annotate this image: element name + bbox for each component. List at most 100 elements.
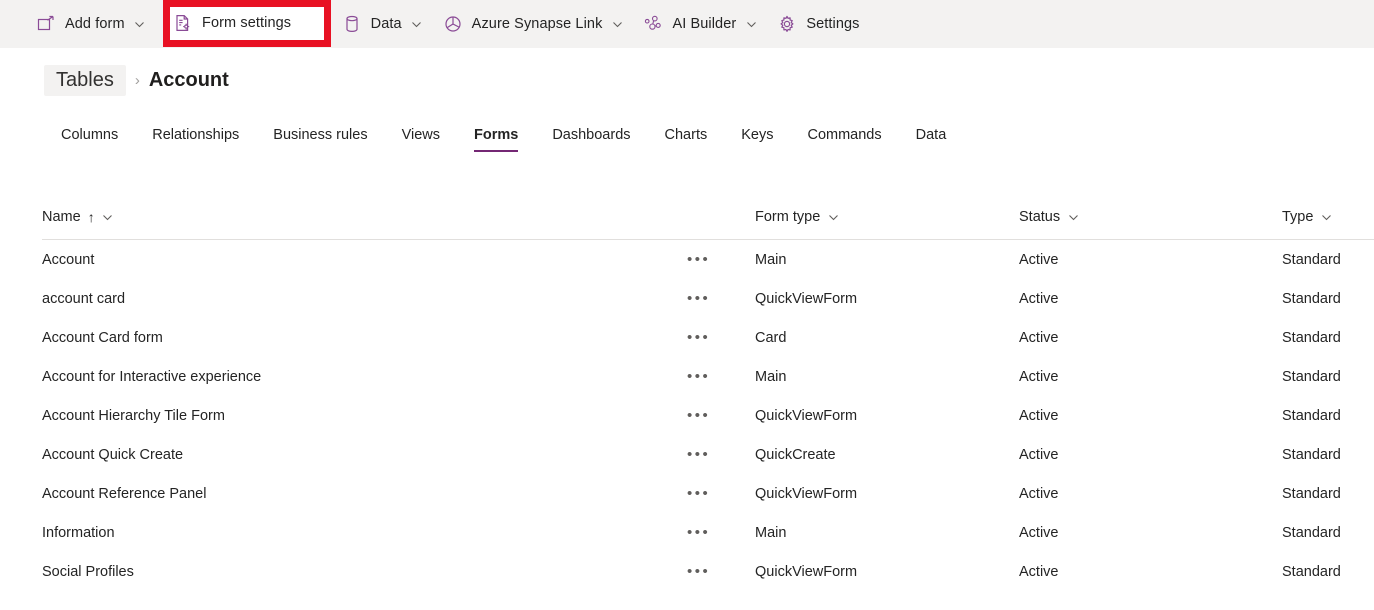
tab-forms[interactable]: Forms	[457, 127, 535, 152]
command-ai-builder[interactable]: AI Builder	[635, 7, 765, 41]
cell-status: Active	[1019, 330, 1282, 346]
grid-body: Account•••MainActiveStandardaccount card…	[42, 240, 1374, 591]
cell-name: Account Card form	[42, 330, 687, 346]
add-form-icon	[36, 14, 56, 34]
column-header-status-label: Status	[1019, 209, 1060, 225]
table-row[interactable]: account card•••QuickViewFormActiveStanda…	[42, 279, 1374, 318]
command-ai-builder-label: AI Builder	[672, 16, 736, 32]
cell-name: Account	[42, 252, 687, 268]
table-row[interactable]: Social Profiles•••QuickViewFormActiveSta…	[42, 552, 1374, 591]
cell-form-type: QuickViewForm	[755, 486, 1019, 502]
row-overflow-cell: •••	[687, 446, 755, 464]
azure-synapse-link-icon	[443, 14, 463, 34]
table-row[interactable]: Account Reference Panel••• QuickViewFormA…	[42, 474, 1374, 513]
cell-form-type: QuickCreate	[755, 447, 1019, 463]
cell-status: Active	[1019, 525, 1282, 541]
row-overflow-button[interactable]: •••	[687, 329, 710, 346]
row-overflow-button[interactable]: •••	[687, 563, 710, 580]
command-add-form[interactable]: Add form	[28, 7, 154, 41]
row-overflow-cell: •••	[687, 290, 755, 308]
sort-ascending-icon: ↑	[88, 209, 95, 225]
column-header-name-label: Name	[42, 209, 81, 225]
database-icon	[342, 14, 362, 34]
tab-dashboards[interactable]: Dashboards	[535, 127, 647, 152]
tab-charts[interactable]: Charts	[648, 127, 725, 152]
chevron-down-icon[interactable]	[611, 18, 623, 30]
column-header-form-type[interactable]: Form type	[755, 209, 1019, 225]
chevron-down-icon[interactable]	[1067, 211, 1079, 223]
grid-header-row: Name ↑ Form type Status Type	[42, 195, 1374, 240]
command-azure-synapse-link-label: Azure Synapse Link	[472, 16, 603, 32]
tab-views[interactable]: Views	[385, 127, 457, 152]
chevron-down-icon[interactable]	[102, 211, 114, 223]
table-row[interactable]: Account Card form••• CardActiveStandard	[42, 318, 1374, 357]
tab-data[interactable]: Data	[899, 127, 964, 152]
cell-name: Account Reference Panel	[42, 486, 687, 502]
cell-status: Active	[1019, 291, 1282, 307]
chevron-down-icon[interactable]	[745, 18, 757, 30]
column-header-status[interactable]: Status	[1019, 209, 1282, 225]
table-row[interactable]: Account Hierarchy Tile Form•••QuickViewF…	[42, 396, 1374, 435]
row-overflow-cell: •••	[687, 524, 755, 542]
cell-status: Active	[1019, 408, 1282, 424]
command-settings[interactable]: Settings	[769, 7, 867, 41]
cell-name: Information	[42, 525, 687, 541]
table-row[interactable]: Account Quick Create••• QuickCreateActive…	[42, 435, 1374, 474]
tab-columns[interactable]: Columns	[44, 127, 135, 152]
row-overflow-cell: •••	[687, 407, 755, 425]
table-row[interactable]: Information•••MainActiveStandard	[42, 513, 1374, 552]
cell-status: Active	[1019, 447, 1282, 463]
cell-form-type: QuickViewForm	[755, 564, 1019, 580]
breadcrumb-separator-icon: ›	[135, 72, 140, 89]
tab-strip: Columns Relationships Business rules Vie…	[44, 114, 963, 152]
chevron-down-icon[interactable]	[1320, 211, 1332, 223]
chevron-down-icon[interactable]	[411, 18, 423, 30]
row-overflow-button[interactable]: •••	[687, 290, 710, 307]
row-overflow-button[interactable]: •••	[687, 407, 710, 424]
cell-form-type: QuickViewForm	[755, 408, 1019, 424]
breadcrumb: Tables › Account	[44, 62, 229, 98]
tab-keys[interactable]: Keys	[724, 127, 790, 152]
chevron-down-icon[interactable]	[134, 18, 146, 30]
table-row[interactable]: Account•••MainActiveStandard	[42, 240, 1374, 279]
cell-status: Active	[1019, 564, 1282, 580]
tab-commands[interactable]: Commands	[790, 127, 898, 152]
cell-type: Standard	[1282, 447, 1374, 463]
cell-status: Active	[1019, 252, 1282, 268]
command-form-settings[interactable]: Form settings	[173, 5, 291, 41]
cell-form-type: QuickViewForm	[755, 291, 1019, 307]
row-overflow-cell: •••	[687, 329, 755, 347]
command-data-label: Data	[371, 16, 402, 32]
tab-business-rules[interactable]: Business rules	[256, 127, 384, 152]
command-azure-synapse-link[interactable]: Azure Synapse Link	[435, 7, 632, 41]
column-header-name[interactable]: Name ↑	[42, 209, 687, 225]
form-settings-icon	[173, 13, 193, 33]
chevron-down-icon[interactable]	[827, 211, 839, 223]
command-form-settings-label: Form settings	[202, 15, 291, 31]
row-overflow-cell: •••	[687, 563, 755, 581]
table-row[interactable]: Account for Interactive experience•••Mai…	[42, 357, 1374, 396]
row-overflow-button[interactable]: •••	[687, 446, 710, 463]
command-data[interactable]: Data	[334, 7, 431, 41]
row-overflow-cell: •••	[687, 485, 755, 503]
column-header-form-type-label: Form type	[755, 209, 820, 225]
breadcrumb-item-tables[interactable]: Tables	[44, 65, 126, 96]
cell-status: Active	[1019, 486, 1282, 502]
row-overflow-cell: •••	[687, 368, 755, 386]
tab-relationships[interactable]: Relationships	[135, 127, 256, 152]
cell-form-type: Main	[755, 369, 1019, 385]
row-overflow-button[interactable]: •••	[687, 524, 710, 541]
column-header-type-label: Type	[1282, 209, 1313, 225]
row-overflow-button[interactable]: •••	[687, 368, 710, 385]
ai-builder-icon	[643, 14, 663, 34]
row-overflow-button[interactable]: •••	[687, 485, 710, 502]
column-header-type[interactable]: Type	[1282, 209, 1374, 225]
cell-type: Standard	[1282, 525, 1374, 541]
cell-type: Standard	[1282, 564, 1374, 580]
cell-name: Account Quick Create	[42, 447, 687, 463]
command-settings-label: Settings	[806, 16, 859, 32]
cell-form-type: Card	[755, 330, 1019, 346]
cell-type: Standard	[1282, 330, 1374, 346]
cell-form-type: Main	[755, 252, 1019, 268]
row-overflow-button[interactable]: •••	[687, 251, 710, 268]
